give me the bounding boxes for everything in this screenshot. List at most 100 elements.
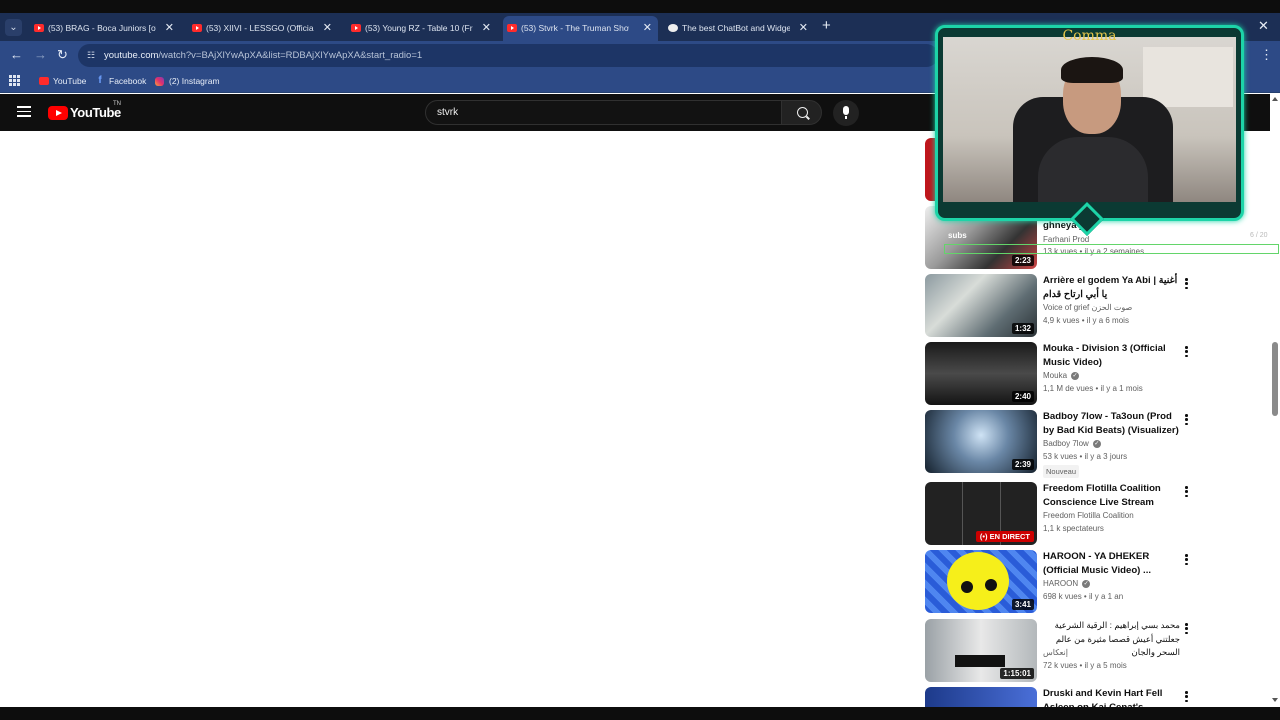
browser-tab-active[interactable]: (53) Stvrk - The Truman Show ( ✕	[503, 16, 658, 41]
bookmark-instagram[interactable]: (2) Instagram	[155, 70, 220, 92]
reload-icon[interactable]: ↻	[57, 47, 68, 63]
search-query: stvrk	[437, 107, 459, 118]
bookmark-facebook[interactable]: f Facebook	[95, 70, 146, 92]
channel-name[interactable]: HAROON ✓	[1043, 578, 1091, 590]
webcam-person-body	[1038, 137, 1148, 202]
channel-name[interactable]: Voice of grief صوت الحزن	[1043, 302, 1132, 314]
browser-tab[interactable]: (53) BRAG - Boca Juniors [offici ✕	[30, 16, 180, 41]
tab-title: (53) BRAG - Boca Juniors [offici	[48, 23, 156, 33]
video-meta: 698 k vues • il y a 1 an	[1043, 592, 1124, 601]
webcam-video	[943, 37, 1236, 202]
related-video[interactable]: 2:39 Badboy 7low - Ta3oun (Prod by Bad K…	[925, 410, 1205, 478]
video-title[interactable]: Freedom Flotilla Coalition Conscience Li…	[1043, 482, 1180, 509]
video-thumbnail[interactable]: (•) EN DIRECT	[925, 482, 1037, 545]
verified-icon: ✓	[1071, 371, 1080, 380]
forward-icon[interactable]: →	[34, 47, 47, 63]
youtube-play-icon	[48, 106, 68, 120]
browser-tab[interactable]: The best ChatBot and Widgets ✕	[664, 16, 814, 41]
search-input[interactable]: stvrk	[425, 100, 782, 125]
webcam-overlay: Comma	[935, 25, 1244, 236]
tab-search-icon[interactable]: ⌄	[5, 19, 22, 36]
scrollbar-thumb[interactable]	[1272, 342, 1278, 416]
duration-badge: 3:41	[1011, 599, 1034, 610]
instagram-icon	[155, 77, 164, 86]
youtube-icon	[507, 24, 517, 32]
bookmark-youtube[interactable]: YouTube	[39, 70, 86, 92]
url-path: /watch?v=BAjXlYwApXA&list=RDBAjXlYwApXA&…	[158, 50, 423, 61]
browser-menu-icon[interactable]: ⋮	[1260, 47, 1273, 63]
verified-icon: ✓	[1082, 579, 1091, 588]
duration-badge: 2:23	[1011, 255, 1034, 266]
close-tab-icon[interactable]: ✕	[323, 16, 332, 41]
scroll-down-arrow-icon[interactable]	[1272, 698, 1278, 702]
video-meta: 72 k vues • il y a 5 mois	[1043, 661, 1127, 670]
browser-tab[interactable]: (53) XIIVI - LESSGO (Official Mu ✕	[188, 16, 338, 41]
close-tab-icon[interactable]: ✕	[643, 16, 652, 41]
duration-badge: 2:40	[1011, 391, 1034, 402]
thumbnail-yellow-face	[947, 552, 1009, 610]
channel-name[interactable]: Freedom Flotilla Coalition	[1043, 510, 1134, 522]
more-options-icon[interactable]	[1185, 414, 1189, 427]
new-tab-icon[interactable]: +	[822, 15, 831, 37]
youtube-icon	[351, 24, 361, 32]
search-icon	[797, 107, 808, 118]
related-video[interactable]: (•) EN DIRECT Freedom Flotilla Coalition…	[925, 482, 1205, 546]
tab-title: The best ChatBot and Widgets	[682, 23, 790, 33]
video-thumbnail[interactable]: 1:32	[925, 274, 1037, 337]
video-title[interactable]: Badboy 7low - Ta3oun (Prod by Bad Kid Be…	[1043, 410, 1180, 437]
channel-name[interactable]: إنعكاس	[1043, 647, 1068, 659]
related-video[interactable]: 3:41 HAROON - YA DHEKER (Official Music …	[925, 550, 1205, 614]
thumbnail-eye	[985, 579, 997, 591]
video-thumbnail[interactable]: 2:39	[925, 410, 1037, 473]
url-text[interactable]: youtube.com/watch?v=BAjXlYwApXA&list=RDB…	[104, 44, 422, 67]
video-meta: 4,9 k vues • il y a 6 mois	[1043, 316, 1129, 325]
chatbot-icon	[668, 24, 678, 32]
live-badge: (•) EN DIRECT	[975, 531, 1034, 542]
related-video[interactable]: 2:40 Mouka - Division 3 (Official Music …	[925, 342, 1205, 406]
subs-goal-bar	[944, 244, 1279, 254]
youtube-icon	[39, 77, 49, 85]
video-thumbnail[interactable]	[925, 687, 1037, 707]
more-options-icon[interactable]	[1185, 554, 1189, 567]
video-meta: 53 k vues • il y a 3 jours	[1043, 452, 1128, 461]
site-info-icon[interactable]: ☷	[87, 50, 98, 61]
channel-name[interactable]: Badboy 7low ✓	[1043, 438, 1101, 450]
video-title[interactable]: Mouka - Division 3 (Official Music Video…	[1043, 342, 1180, 369]
thumbnail-caption-bar	[955, 655, 1005, 667]
close-tab-icon[interactable]: ✕	[799, 16, 808, 41]
close-tab-icon[interactable]: ✕	[482, 16, 491, 41]
menu-icon[interactable]	[17, 106, 31, 117]
more-options-icon[interactable]	[1185, 691, 1189, 704]
scroll-up-arrow-icon[interactable]	[1272, 97, 1278, 101]
browser-tab[interactable]: (53) Young RZ - Table 10 (Frees ✕	[347, 16, 497, 41]
duration-badge: 1:32	[1011, 323, 1034, 334]
video-title[interactable]: HAROON - YA DHEKER (Official Music Video…	[1043, 550, 1180, 577]
player-area-blank	[0, 131, 910, 707]
related-video-partial[interactable]: Druski and Kevin Hart Fell Asleep on Kai…	[925, 687, 1205, 707]
video-thumbnail[interactable]: 2:40	[925, 342, 1037, 405]
more-options-icon[interactable]	[1185, 486, 1189, 499]
youtube-icon	[34, 24, 44, 32]
related-video[interactable]: 1:32 Arrière el godem Ya Abi | أغنية يا …	[925, 274, 1205, 338]
video-thumbnail[interactable]: 1:15:01	[925, 619, 1037, 682]
address-bar[interactable]: ☷ youtube.com/watch?v=BAjXlYwApXA&list=R…	[78, 44, 938, 67]
apps-grid-icon[interactable]	[9, 75, 20, 86]
close-tab-icon[interactable]: ✕	[165, 16, 174, 41]
window-close-icon[interactable]: ✕	[1258, 15, 1269, 37]
video-title[interactable]: ghneya ]	[1043, 219, 1180, 233]
tab-title: (53) Stvrk - The Truman Show (	[521, 23, 629, 33]
more-options-icon[interactable]	[1185, 278, 1189, 291]
related-video[interactable]: 1:15:01 محمد بسي إبراهيم : الرقية الشرعي…	[925, 619, 1205, 683]
more-options-icon[interactable]	[1185, 346, 1189, 359]
webcam-label: Comma	[1062, 28, 1117, 44]
os-top-strip	[0, 0, 1280, 13]
subs-goal-label: subs	[948, 231, 967, 240]
video-title[interactable]: Druski and Kevin Hart Fell Asleep on Kai…	[1043, 687, 1180, 707]
search-button[interactable]	[781, 100, 822, 125]
more-options-icon[interactable]	[1185, 623, 1189, 636]
video-thumbnail[interactable]: 3:41	[925, 550, 1037, 613]
channel-name[interactable]: Mouka ✓	[1043, 370, 1080, 382]
back-icon[interactable]: ←	[10, 47, 23, 63]
voice-search-button[interactable]	[833, 100, 859, 126]
video-title[interactable]: Arrière el godem Ya Abi | أغنية يا أبي ا…	[1043, 274, 1180, 301]
